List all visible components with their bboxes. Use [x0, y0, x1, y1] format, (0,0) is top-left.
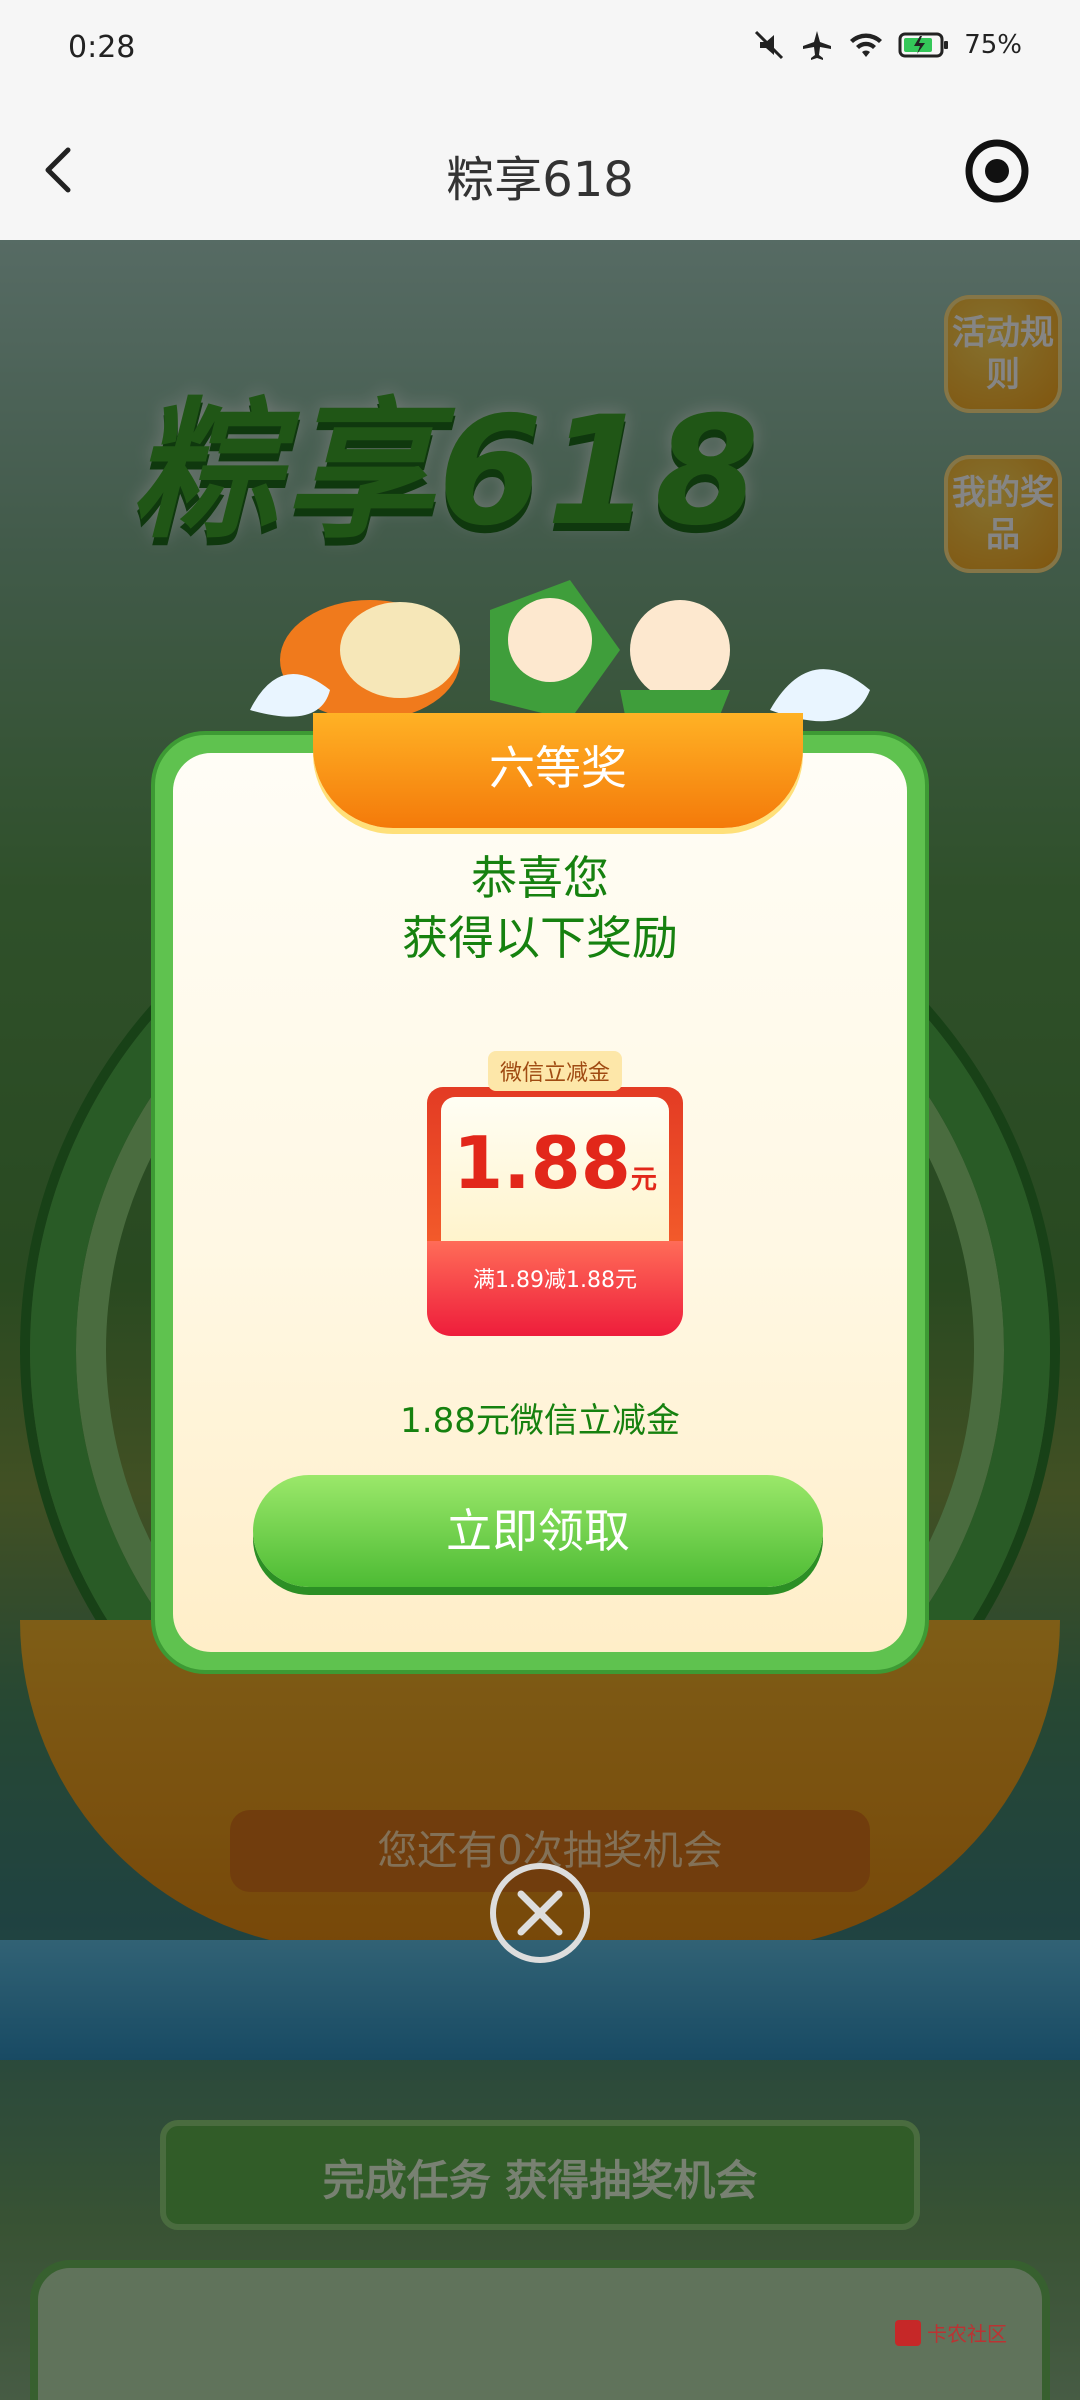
prize-description: 1.88元微信立减金	[400, 1401, 680, 1441]
mute-icon	[752, 28, 786, 62]
more-options-icon[interactable]	[964, 138, 1030, 204]
coupon-amount-unit: 元	[630, 1165, 657, 1195]
close-icon[interactable]	[487, 1860, 593, 1966]
congrats-line-1: 恭喜您	[471, 851, 609, 905]
wifi-icon	[848, 30, 884, 60]
watermark: 卡农社区	[895, 2318, 1007, 2347]
coupon-type-tag: 微信立减金	[487, 1051, 623, 1091]
battery-icon	[898, 31, 950, 59]
battery-percent: 75%	[964, 30, 1022, 60]
watermark-text: 卡农社区	[927, 2322, 1007, 2346]
status-bar: 0:28 75%	[0, 0, 1080, 100]
watermark-logo-icon	[895, 2319, 921, 2346]
status-time: 0:28	[68, 30, 136, 65]
coupon-card: 微信立减金 1.88元 满1.89减1.88元	[427, 1051, 683, 1336]
nav-bar: 粽享618	[0, 100, 1080, 240]
coupon-amount: 1.88元	[427, 1121, 683, 1205]
congrats-text: 恭喜您 获得以下奖励	[173, 848, 907, 968]
congrats-line-2: 获得以下奖励	[402, 911, 678, 965]
status-icons: 75%	[752, 28, 1022, 62]
coupon-amount-value: 1.88	[453, 1121, 631, 1205]
claim-button[interactable]: 立即领取	[253, 1475, 823, 1587]
prize-modal: 六等奖 恭喜您 获得以下奖励 微信立减金 1.88元 满1.89减1.88元 1…	[155, 713, 925, 1670]
airplane-icon	[800, 28, 834, 62]
prize-level-ribbon: 六等奖	[313, 713, 803, 828]
page-title: 粽享618	[446, 152, 634, 208]
prize-modal-body: 六等奖 恭喜您 获得以下奖励 微信立减金 1.88元 满1.89减1.88元 1…	[173, 713, 907, 1652]
coupon-condition: 满1.89减1.88元	[427, 1241, 683, 1336]
